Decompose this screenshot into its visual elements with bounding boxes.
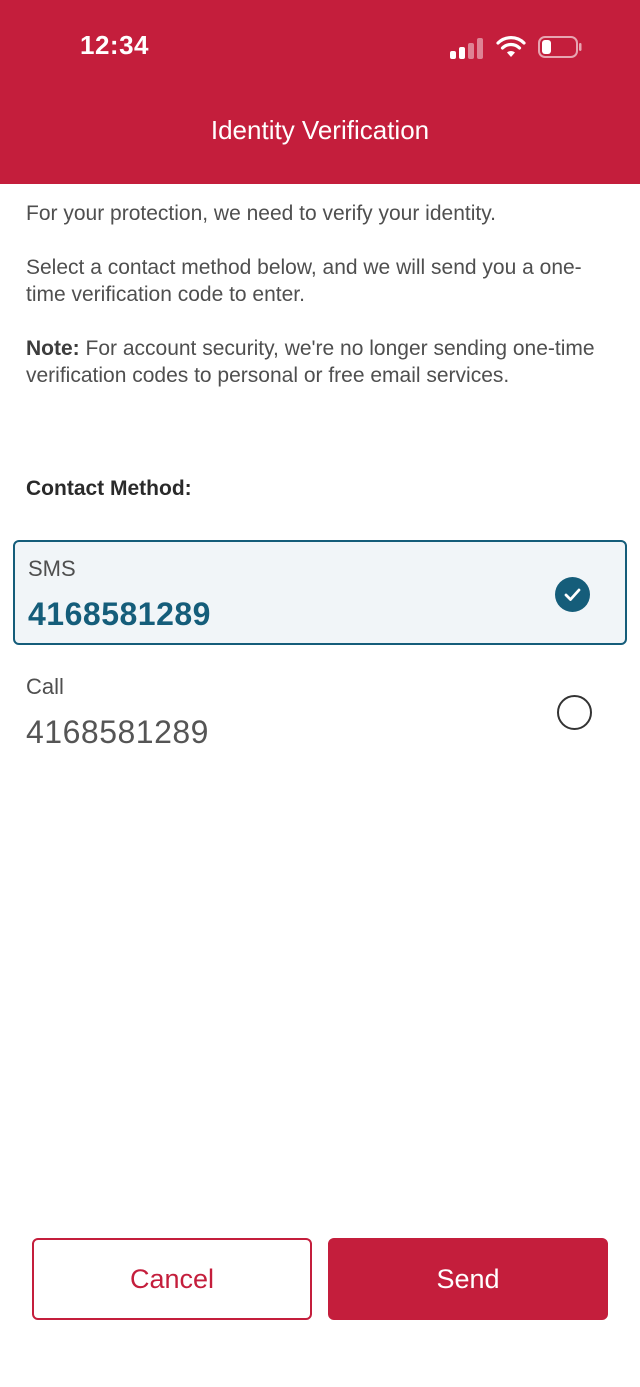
intro-note: Note: For account security, we're no lon… [26,335,616,389]
note-label: Note: [26,337,80,360]
status-time: 12:34 [80,30,149,60]
app-header: 12:34 Identity Verification [0,0,640,184]
intro-text: For your protection, we need to verify y… [26,200,616,416]
radio-unchecked-icon[interactable] [557,695,592,730]
contact-option-sms[interactable]: SMS 4168581289 [13,540,627,645]
signal-icon [450,37,484,59]
cancel-button[interactable]: Cancel [32,1238,312,1320]
checkmark-icon [564,588,581,601]
intro-paragraph-protection: For your protection, we need to verify y… [26,202,496,225]
option-phone-number: 4168581289 [28,596,211,632]
option-label: Call [26,674,64,699]
option-label: SMS [28,556,76,581]
radio-checked-icon[interactable] [555,577,590,612]
contact-method-heading: Contact Method: [26,477,192,500]
battery-icon [538,36,582,58]
send-button[interactable]: Send [328,1238,608,1320]
page-title: Identity Verification [210,115,430,145]
status-icons [450,35,590,61]
note-text: For account security, we're no longer se… [26,337,595,387]
contact-option-call[interactable]: Call 4168581289 [13,660,627,765]
wifi-icon [496,36,526,57]
intro-paragraph-instructions: Select a contact method below, and we wi… [26,256,582,306]
option-phone-number: 4168581289 [26,714,209,750]
